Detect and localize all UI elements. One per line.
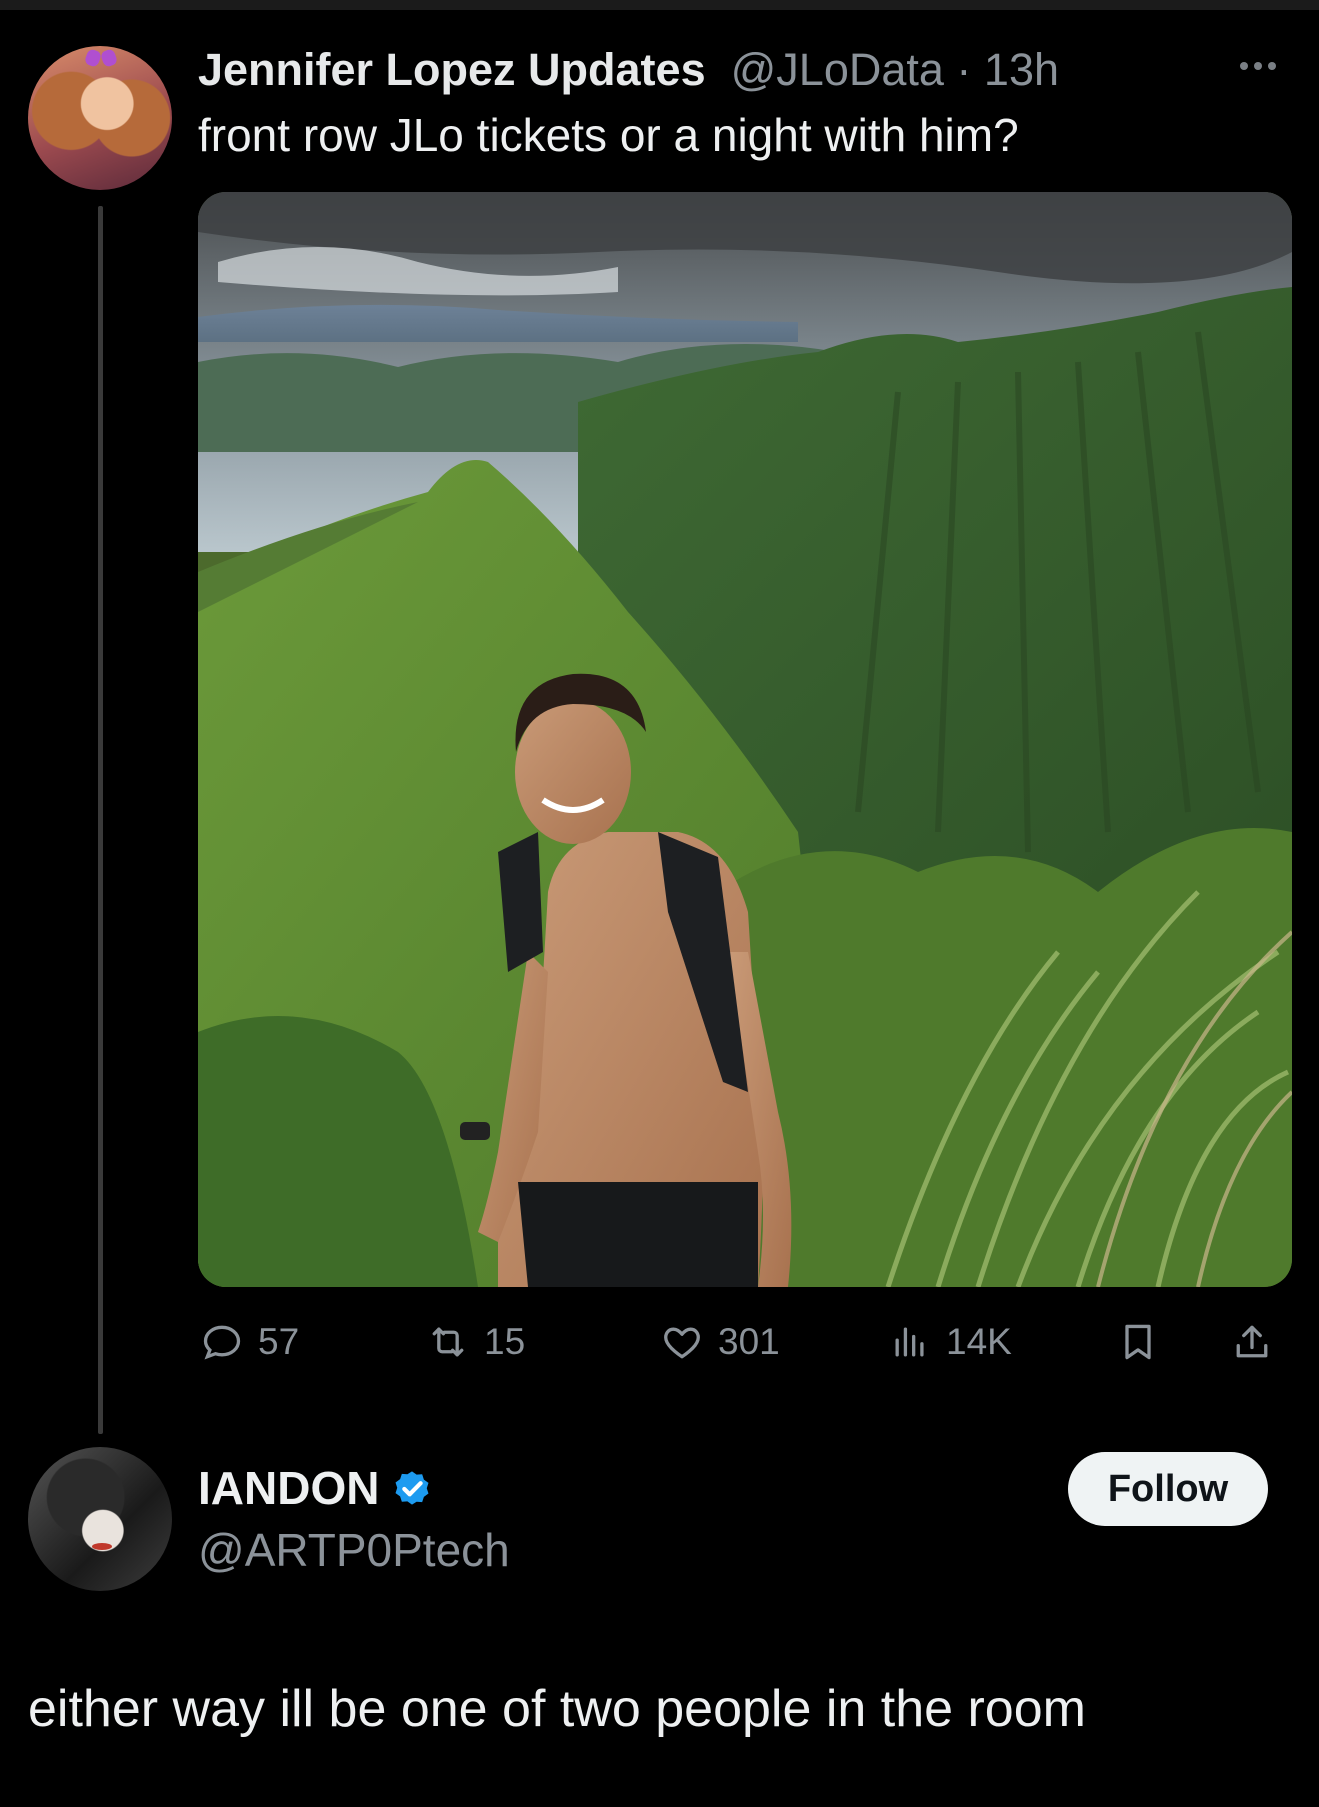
more-icon[interactable] [1240,57,1284,70]
retweet-button[interactable]: 15 [426,1312,525,1372]
reply-icon [203,1325,241,1360]
time-separator: · [943,44,984,95]
share-button[interactable] [1230,1312,1288,1372]
reply-button[interactable]: 57 [200,1312,299,1372]
views-button[interactable]: 14K [888,1312,1012,1372]
tweet-actions: 57 15 301 14K [198,1312,1292,1372]
bow-decoration [86,50,116,68]
bookmark-icon [1125,1324,1151,1360]
share-icon [1236,1325,1268,1358]
like-count: 301 [718,1321,780,1362]
reply-author-name[interactable]: IANDON [198,1458,379,1518]
thread-connector-line [98,206,103,1434]
author-handle[interactable]: @JLoData [718,44,944,95]
bookmark-button[interactable] [1116,1312,1174,1372]
views-count: 14K [946,1321,1012,1362]
top-edge [0,0,1319,10]
author-name[interactable]: Jennifer Lopez Updates [198,44,706,95]
follow-button[interactable]: Follow [1068,1452,1268,1526]
tweet-time[interactable]: 13h [984,44,1059,95]
author-avatar[interactable] [28,46,172,190]
retweet-icon [432,1327,464,1357]
reply-author-name-row: IANDON [198,1458,435,1518]
views-icon [895,1327,924,1357]
reply-text: either way ill be one of two people in t… [28,1680,1086,1738]
like-icon [664,1327,700,1359]
tweet-header: Jennifer Lopez Updates @JLoData · 13h [198,42,1059,98]
like-button[interactable]: 301 [660,1312,780,1372]
retweet-count: 15 [484,1321,526,1362]
tweet-text: front row JLo tickets or a night with hi… [198,109,1019,161]
reply-count: 57 [258,1321,300,1362]
tweet-media-photo[interactable] [198,192,1292,1287]
reply-author-avatar[interactable] [28,1447,172,1591]
verified-badge-icon [395,1471,429,1505]
photo-mountain-hiker [198,192,1292,1287]
reply-author-handle[interactable]: @ARTP0Ptech [198,1522,510,1578]
avatar-lips-detail [92,1543,112,1550]
